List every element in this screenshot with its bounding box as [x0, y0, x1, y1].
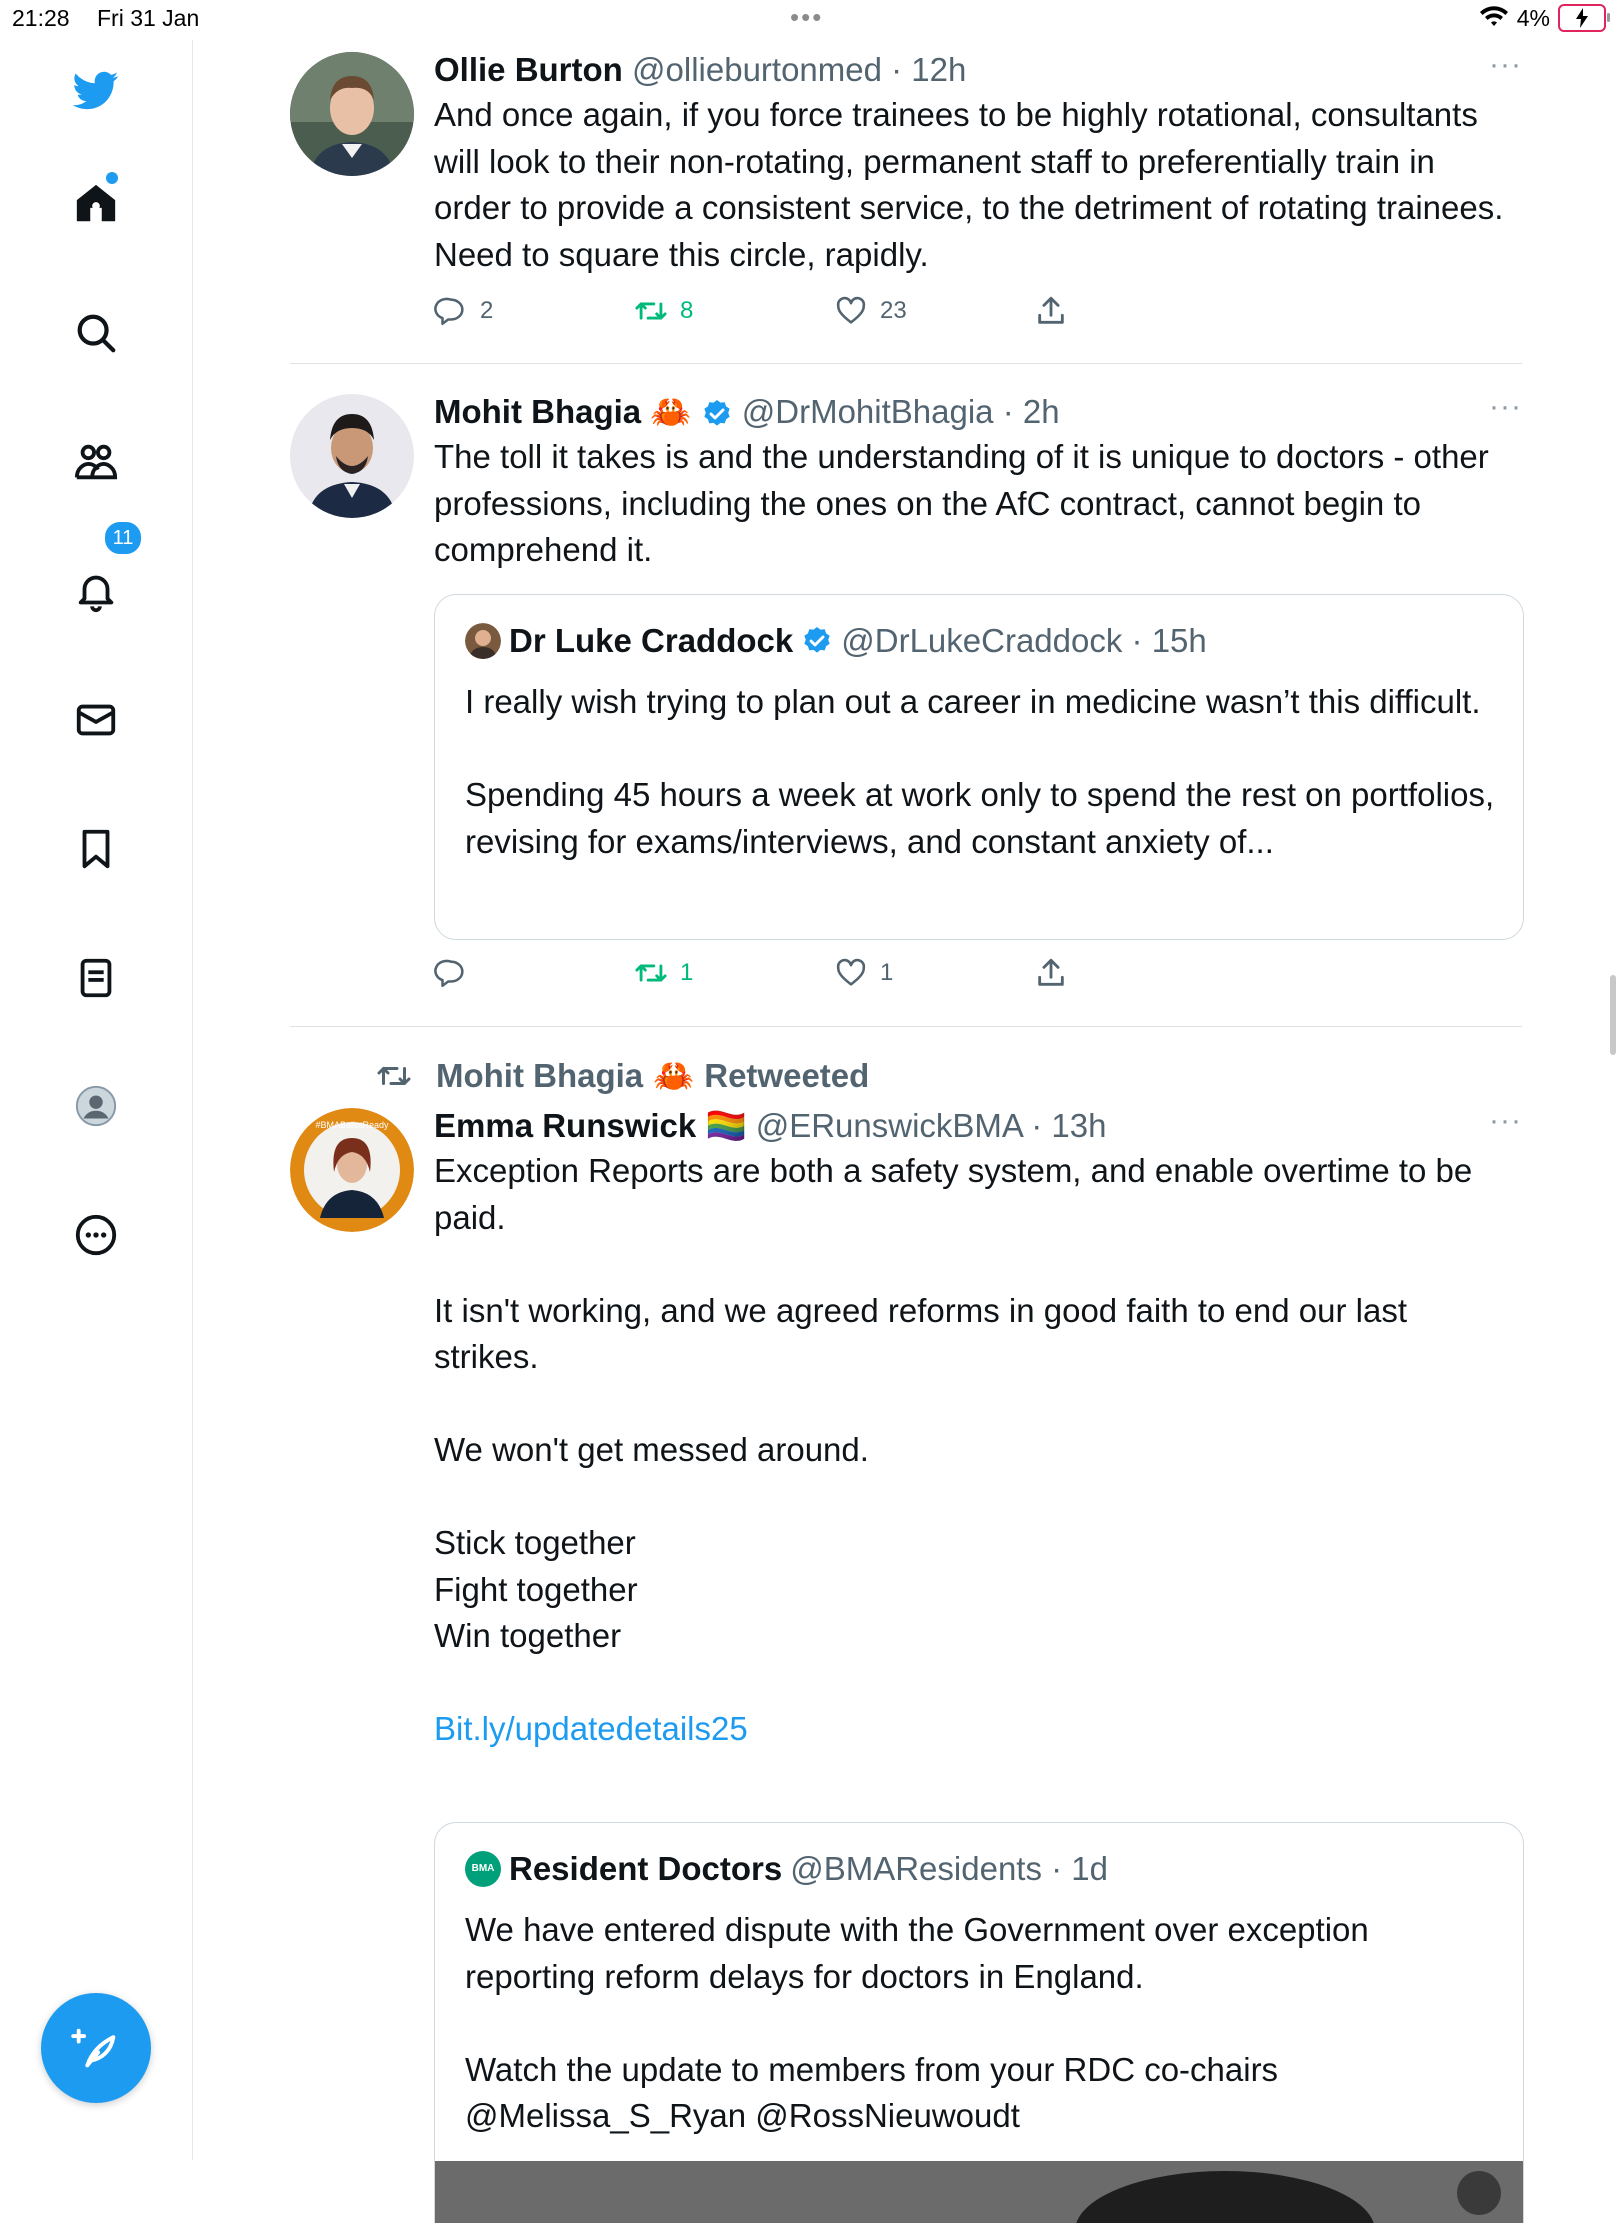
quoted-tweet[interactable]: BMA Resident Doctors @BMAResidents · 1d … — [434, 1822, 1524, 2223]
heart-icon — [836, 296, 866, 324]
twitter-logo-icon[interactable] — [70, 64, 122, 116]
author-name[interactable]: Ollie Burton — [434, 51, 623, 88]
quoted-author-handle: @DrLukeCraddock · 15h — [841, 622, 1207, 659]
tweet-text: And once again, if you force trainees to… — [434, 96, 1504, 273]
like-count: 1 — [880, 959, 894, 986]
tweet-header: Mohit Bhagia 🦀 @DrMohitBhagia · 2h — [434, 390, 1514, 434]
quoted-avatar: BMA — [465, 1851, 501, 1887]
reply-icon — [434, 297, 464, 326]
quoted-author-name: Dr Luke Craddock — [509, 622, 794, 659]
share-icon — [1038, 296, 1064, 324]
tweet-link[interactable]: Bit.ly/updatedetails25 — [434, 1710, 748, 1747]
tweet[interactable]: Mohit Bhagia 🦀 @DrMohitBhagia · 2h The t… — [290, 390, 1524, 1000]
retweeted-by-name[interactable]: Mohit Bhagia — [436, 1054, 643, 1098]
compose-tweet-button[interactable] — [41, 1993, 151, 2103]
share-button[interactable] — [1034, 956, 1068, 990]
author-name[interactable]: Mohit Bhagia — [434, 393, 641, 430]
scrollbar[interactable] — [1610, 975, 1616, 1055]
like-button[interactable]: 1 — [834, 956, 893, 990]
retweet-button[interactable]: 8 — [634, 294, 693, 328]
retweeted-by-emoji: 🦀 — [653, 1057, 695, 1094]
retweet-button[interactable]: 1 — [634, 956, 693, 990]
wifi-icon — [1479, 6, 1508, 26]
battery-percent: 4% — [1516, 4, 1550, 31]
tweet-actions: 1 1 — [434, 956, 1334, 996]
avatar[interactable] — [290, 52, 414, 176]
avatar-ring-text: #BMABallotReady — [315, 1120, 389, 1130]
like-button[interactable]: 23 — [834, 294, 907, 328]
verified-badge-icon — [703, 400, 730, 426]
tweet-header: Ollie Burton @ollieburtonmed · 12h — [434, 48, 1514, 92]
reply-icon — [434, 959, 464, 988]
author-handle[interactable]: @ERunswickBMA · 13h — [756, 1107, 1107, 1144]
tweet-text: The toll it takes is and the understandi… — [434, 438, 1489, 568]
status-time: 21:28 — [12, 5, 70, 31]
retweet-count: 8 — [680, 297, 694, 324]
more-options-icon[interactable] — [70, 1209, 122, 1261]
profile-icon[interactable] — [70, 1080, 122, 1132]
quoted-tweet-text: I really wish trying to plan out a caree… — [465, 683, 1495, 860]
quoted-media-video[interactable] — [435, 2161, 1523, 2223]
author-handle[interactable]: @ollieburtonmed · 12h — [632, 51, 966, 88]
retweet-icon — [377, 1067, 411, 1085]
tweet[interactable]: Mohit Bhagia 🦀 Retweeted #BMABallotReady… — [290, 1054, 1524, 2223]
status-date: Fri 31 Jan — [97, 5, 200, 31]
compose-feather-icon — [71, 2028, 116, 2068]
retweet-icon — [635, 964, 667, 982]
notifications-badge: 11 — [102, 519, 144, 557]
author-emoji: 🏳️‍🌈 — [705, 1107, 747, 1144]
tweet-divider — [290, 1026, 1522, 1027]
quoted-tweet-text: We have entered dispute with the Governm… — [465, 1911, 1369, 2134]
tweet-header: Emma Runswick 🏳️‍🌈 @ERunswickBMA · 13h — [434, 1104, 1514, 1148]
author-name[interactable]: Emma Runswick — [434, 1107, 696, 1144]
retweet-count: 1 — [680, 959, 694, 986]
media-options-icon[interactable] — [1457, 2171, 1501, 2215]
retweet-context: Mohit Bhagia 🦀 Retweeted — [376, 1054, 869, 1098]
author-emoji: 🦀 — [650, 393, 692, 430]
home-unread-dot — [106, 172, 118, 184]
quoted-tweet[interactable]: Dr Luke Craddock @DrLukeCraddock · 15h I… — [434, 594, 1524, 940]
tweet-text: Exception Reports are both a safety syst… — [434, 1152, 1473, 1654]
verified-badge-icon — [804, 627, 830, 653]
search-icon[interactable] — [70, 307, 122, 359]
quoted-author-handle: @BMAResidents · 1d — [790, 1850, 1109, 1887]
share-button[interactable] — [1034, 294, 1068, 328]
multitasking-dots[interactable]: ••• — [790, 2, 823, 33]
author-handle[interactable]: @DrMohitBhagia · 2h — [742, 393, 1060, 430]
home-icon[interactable] — [70, 178, 122, 230]
avatar[interactable] — [290, 394, 414, 518]
reply-button[interactable] — [434, 956, 480, 990]
status-bar: 21:28 Fri 31 Jan ••• 4% — [0, 0, 1620, 40]
retweet-icon — [635, 302, 667, 320]
reply-count: 2 — [480, 297, 494, 324]
heart-icon — [836, 958, 866, 986]
tweet-divider — [290, 363, 1522, 364]
like-count: 23 — [880, 297, 907, 324]
video-subject — [1075, 2171, 1375, 2223]
tweet-link-line: Bit.ly/updatedetails25 — [434, 1706, 1514, 1753]
tweet[interactable]: Ollie Burton @ollieburtonmed · 12h And o… — [290, 48, 1522, 348]
more-horizontal-icon[interactable]: ··· — [1489, 48, 1522, 82]
communities-icon[interactable] — [70, 436, 122, 488]
sidebar — [0, 40, 193, 2160]
quoted-author-name: Resident Doctors — [509, 1850, 783, 1887]
more-horizontal-icon[interactable]: ··· — [1489, 390, 1522, 424]
bookmarks-icon[interactable] — [70, 823, 122, 875]
status-right: 4% — [1479, 4, 1610, 32]
quoted-tweet-header: Dr Luke Craddock @DrLukeCraddock · 15h — [465, 619, 1207, 663]
tweet-actions: 2 8 23 — [434, 294, 1334, 334]
share-icon — [1038, 958, 1064, 986]
retweeted-label: Retweeted — [704, 1057, 870, 1094]
avatar[interactable]: #BMABallotReady — [290, 1108, 414, 1232]
more-horizontal-icon[interactable]: ··· — [1489, 1104, 1522, 1138]
reply-button[interactable]: 2 — [434, 294, 493, 328]
quoted-tweet-header: BMA Resident Doctors @BMAResidents · 1d — [465, 1847, 1108, 1891]
quoted-avatar — [465, 623, 501, 659]
notifications-bell-icon[interactable] — [70, 565, 122, 617]
lists-icon[interactable] — [70, 952, 122, 1004]
messages-icon[interactable] — [70, 694, 122, 746]
battery-icon — [1558, 4, 1610, 32]
